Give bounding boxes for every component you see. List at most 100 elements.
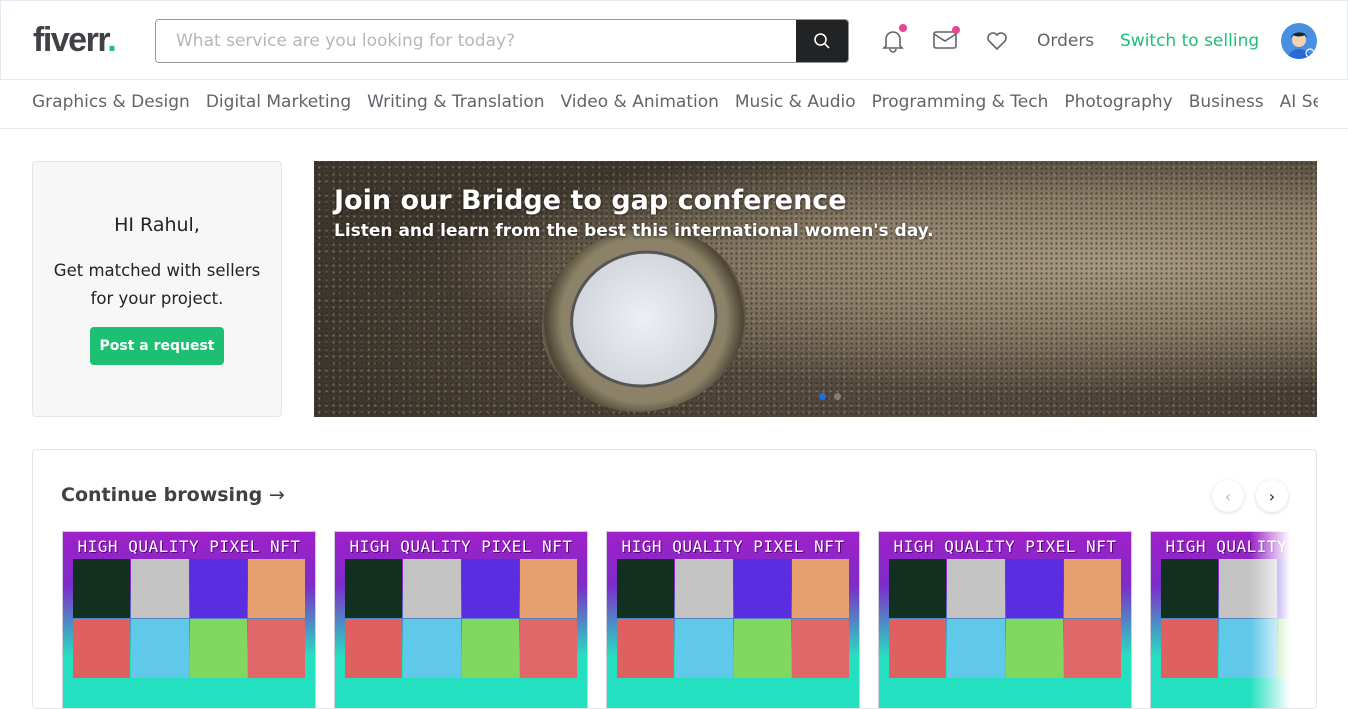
- bell-icon: [882, 31, 904, 53]
- nft-tile: [1277, 559, 1290, 618]
- category-video-animation[interactable]: Video & Animation: [561, 92, 719, 112]
- gig-cards: HIGH QUALITY PIXEL NFT HIGH QUALITY PIXEL…: [62, 531, 1290, 708]
- notification-badge: [899, 24, 907, 32]
- user-avatar[interactable]: [1281, 23, 1317, 59]
- nft-tile: [519, 559, 577, 618]
- nft-tile: [889, 619, 947, 678]
- nft-tile: [73, 619, 131, 678]
- nft-tile: [345, 559, 403, 618]
- search-icon: [814, 33, 830, 49]
- nft-tile: [1005, 619, 1063, 678]
- nft-tile: [675, 559, 733, 618]
- section-title[interactable]: Continue browsing →: [61, 484, 285, 506]
- carousel-dots: [819, 393, 841, 400]
- nft-tile: [1219, 619, 1277, 678]
- nft-tile: [131, 559, 189, 618]
- switch-to-selling-link[interactable]: Switch to selling: [1120, 31, 1259, 51]
- carousel-dot[interactable]: [834, 393, 841, 400]
- nft-tile: [791, 559, 849, 618]
- welcome-card: HI Rahul, Get matched with sellers for y…: [32, 161, 282, 417]
- gig-card[interactable]: HIGH QUALITY PIXEL NFT: [62, 531, 316, 708]
- banner-title: Join our Bridge to gap conference: [334, 185, 847, 216]
- nft-tile: [733, 619, 791, 678]
- post-request-button[interactable]: Post a request: [90, 327, 224, 365]
- favorites-button[interactable]: [986, 31, 1008, 55]
- nft-tile: [947, 559, 1005, 618]
- greeting: HI Rahul,: [114, 214, 200, 236]
- orders-link[interactable]: Orders: [1037, 31, 1094, 51]
- nft-tile: [189, 559, 247, 618]
- category-nav: Graphics & Design Digital Marketing Writ…: [0, 80, 1348, 129]
- nft-tile: [461, 619, 519, 678]
- heart-icon: [987, 32, 1007, 51]
- nft-tile: [461, 559, 519, 618]
- gig-card-title: HIGH QUALITY PIXEL NFT: [621, 537, 845, 556]
- nft-tile: [1161, 619, 1219, 678]
- gig-card-title: HIGH QUALITY PIXEL NFT: [77, 537, 301, 556]
- category-digital-marketing[interactable]: Digital Marketing: [206, 92, 351, 112]
- welcome-text: Get matched with sellers for your projec…: [53, 261, 261, 308]
- category-ai-services[interactable]: AI Services: [1280, 92, 1318, 112]
- nft-tile: [73, 559, 131, 618]
- envelope-icon: [933, 31, 957, 49]
- category-photography[interactable]: Photography: [1064, 92, 1172, 112]
- carousel-dot[interactable]: [819, 393, 826, 400]
- message-badge: [952, 26, 960, 34]
- logo-text: fiverr: [33, 21, 109, 59]
- nft-tile: [1277, 619, 1290, 678]
- category-music-audio[interactable]: Music & Audio: [735, 92, 856, 112]
- messages-button[interactable]: [933, 26, 960, 53]
- gig-card[interactable]: HIGH QUALITY PIXEL NFT: [878, 531, 1132, 708]
- nft-tile: [889, 559, 947, 618]
- nft-tile: [1161, 559, 1219, 618]
- category-writing-translation[interactable]: Writing & Translation: [367, 92, 544, 112]
- nft-image-grid: [345, 559, 577, 678]
- nft-tile: [247, 619, 305, 678]
- nft-tile: [733, 559, 791, 618]
- notifications-button[interactable]: [882, 24, 907, 57]
- gig-card-title: HIGH QUALITY PIXEL NFT: [349, 537, 573, 556]
- nft-tile: [345, 619, 403, 678]
- nft-tile: [403, 619, 461, 678]
- fiverr-logo[interactable]: fiverr.: [33, 21, 117, 60]
- nft-tile: [1005, 559, 1063, 618]
- continue-browsing-section: Continue browsing → ‹ › HIGH QUALITY PIX…: [32, 449, 1317, 709]
- nft-tile: [675, 619, 733, 678]
- search-input[interactable]: [156, 20, 796, 62]
- nft-image-grid: [889, 559, 1121, 678]
- nft-image-grid: [1161, 559, 1290, 678]
- search-button[interactable]: [796, 20, 848, 62]
- category-programming-tech[interactable]: Programming & Tech: [872, 92, 1049, 112]
- logo-dot: .: [107, 21, 116, 59]
- arrow-right-icon: →: [268, 484, 285, 506]
- carousel-prev-button[interactable]: ‹: [1212, 480, 1244, 512]
- gig-card-title: HIGH QUALITY PIXEL NFT: [1165, 537, 1290, 556]
- top-header: fiverr. Orders Switch to selling: [0, 0, 1348, 80]
- nft-tile: [617, 559, 675, 618]
- nft-image-grid: [73, 559, 305, 678]
- nft-tile: [131, 619, 189, 678]
- nft-tile: [1063, 559, 1121, 618]
- search-bar: [155, 19, 849, 63]
- gig-card[interactable]: HIGH QUALITY PIXEL NFT: [1150, 531, 1290, 708]
- category-business[interactable]: Business: [1189, 92, 1264, 112]
- nft-image-grid: [617, 559, 849, 678]
- nft-tile: [247, 559, 305, 618]
- nft-tile: [1219, 559, 1277, 618]
- category-graphics-design[interactable]: Graphics & Design: [32, 92, 190, 112]
- section-title-text: Continue browsing: [61, 484, 263, 506]
- gig-card[interactable]: HIGH QUALITY PIXEL NFT: [334, 531, 588, 708]
- nft-tile: [791, 619, 849, 678]
- gig-card[interactable]: HIGH QUALITY PIXEL NFT: [606, 531, 860, 708]
- avatar-image: [1287, 32, 1315, 59]
- nft-tile: [519, 619, 577, 678]
- nft-tile: [947, 619, 1005, 678]
- nft-tile: [1063, 619, 1121, 678]
- promo-banner[interactable]: Join our Bridge to gap conference Listen…: [314, 161, 1317, 417]
- nft-tile: [189, 619, 247, 678]
- banner-subtitle: Listen and learn from the best this inte…: [334, 221, 934, 241]
- nft-tile: [617, 619, 675, 678]
- gig-card-title: HIGH QUALITY PIXEL NFT: [893, 537, 1117, 556]
- nft-tile: [403, 559, 461, 618]
- carousel-next-button[interactable]: ›: [1256, 480, 1288, 512]
